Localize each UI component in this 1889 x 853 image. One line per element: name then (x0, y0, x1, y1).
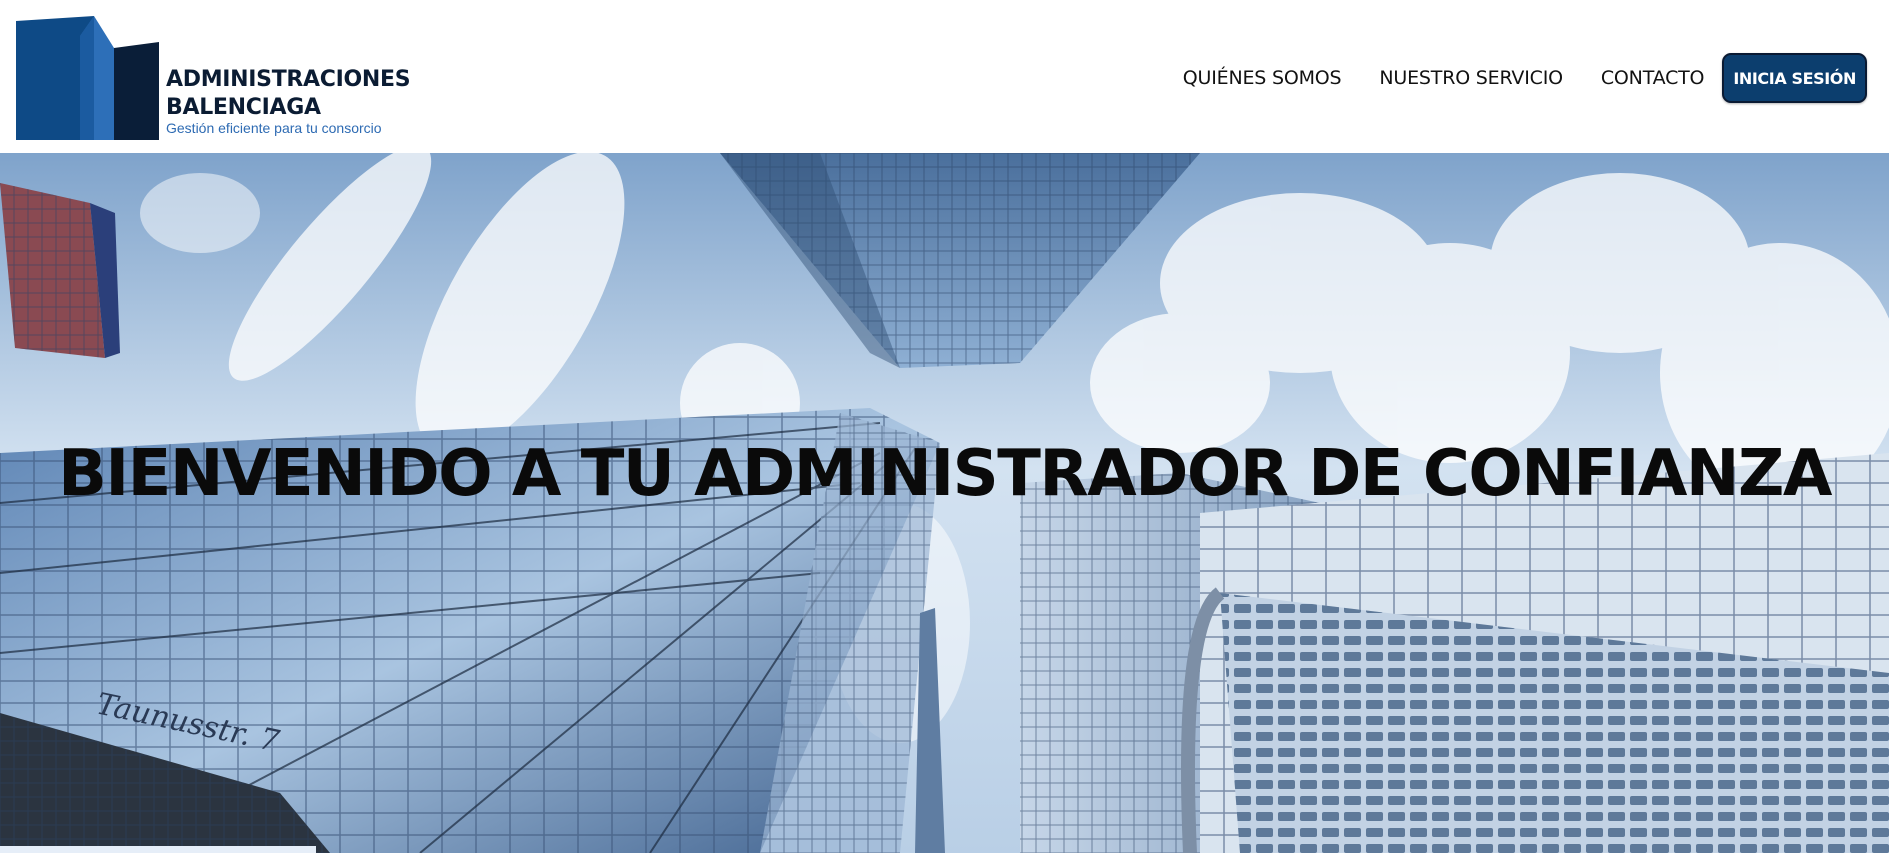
nav-link-nuestro-servicio[interactable]: NUESTRO SERVICIO (1379, 67, 1563, 89)
brand-name-line2: BALENCIAGA (166, 95, 321, 120)
main-nav: QUIÉNES SOMOS NUESTRO SERVICIO CONTACTO … (1183, 53, 1867, 103)
bottom-strip (0, 846, 316, 853)
hero-section: Taunusstr. 7 BIENVENIDO A TU ADMINISTRAD… (0, 153, 1889, 853)
brand-name: ADMINISTRACIONES BALENCIAGA (166, 66, 426, 122)
brand-name-line1: ADMINISTRACIONES (166, 67, 411, 92)
site-header: ADMINISTRACIONES BALENCIAGA Gestión efic… (0, 0, 1889, 153)
brand-tagline: Gestión eficiente para tu consorcio (166, 120, 382, 136)
hero-title: BIENVENIDO A TU ADMINISTRADOR DE CONFIAN… (58, 437, 1832, 511)
building-logo-icon (16, 16, 159, 140)
nav-link-contacto[interactable]: CONTACTO (1601, 67, 1705, 89)
login-button[interactable]: INICIA SESIÓN (1722, 53, 1867, 103)
nav-link-quienes-somos[interactable]: QUIÉNES SOMOS (1183, 67, 1342, 89)
brand-logo-link[interactable]: ADMINISTRACIONES BALENCIAGA Gestión efic… (14, 16, 414, 140)
